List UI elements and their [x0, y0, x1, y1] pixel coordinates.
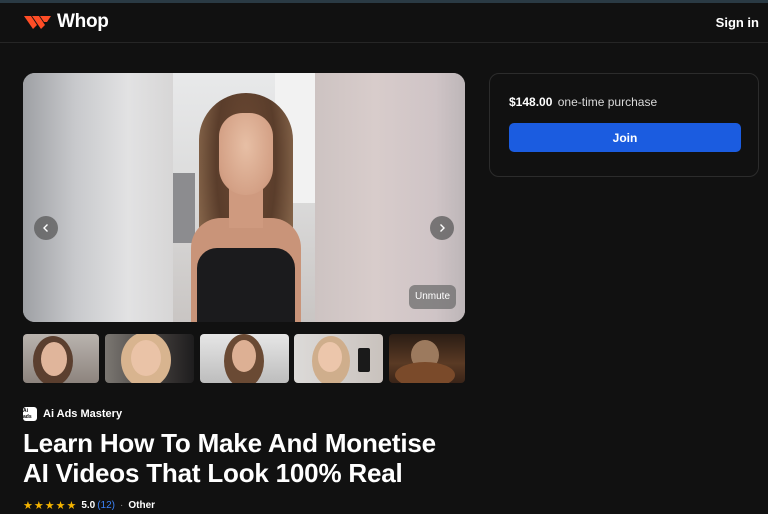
unmute-button[interactable]: Unmute: [408, 285, 456, 309]
presenter-face: [219, 113, 273, 195]
thumbnail-face: [131, 340, 161, 376]
product-title: Learn How To Make And Monetise AI Videos…: [23, 428, 493, 488]
sign-in-link[interactable]: Sign in: [716, 15, 759, 30]
category-label[interactable]: Other: [128, 500, 155, 511]
thumbnail-strip: [23, 334, 465, 383]
chevron-right-icon: [440, 224, 445, 232]
logo-text: Whop: [57, 11, 109, 32]
chevron-left-icon: [43, 224, 48, 232]
whop-logo-icon: [24, 16, 51, 29]
price-value: $148.00: [509, 95, 553, 109]
rating-score: 5.0: [81, 500, 96, 511]
review-count-link[interactable]: (12): [97, 500, 115, 511]
whop-logo[interactable]: Whop: [23, 11, 109, 33]
thumbnail-5[interactable]: [389, 334, 465, 383]
thumbnail-4[interactable]: [294, 334, 383, 383]
price-row: $148.00 one-time purchase: [509, 95, 657, 109]
thumbnail-1[interactable]: [23, 334, 99, 383]
thumbnail-3[interactable]: [200, 334, 289, 383]
purchase-card: $148.00 one-time purchase Join: [489, 73, 759, 177]
join-button[interactable]: Join: [509, 123, 741, 152]
thumbnail-face: [41, 342, 67, 376]
product-title-line2: AI Videos That Look 100% Real: [23, 458, 403, 488]
background-cabinet: [173, 173, 195, 243]
thumbnail-2[interactable]: [105, 334, 194, 383]
rating-row: ★★★★★ 5.0 (12) · Other: [23, 499, 155, 512]
media-carousel[interactable]: Unmute: [23, 73, 465, 322]
presenter-top: [197, 248, 295, 322]
thumbnail-phone: [358, 348, 370, 372]
thumbnail-face: [232, 340, 256, 372]
product-title-line1: Learn How To Make And Monetise: [23, 428, 436, 458]
carousel-prev-button[interactable]: [34, 216, 58, 240]
creator-name: Ai Ads Mastery: [43, 408, 123, 420]
carousel-next-button[interactable]: [430, 216, 454, 240]
price-note: one-time purchase: [557, 95, 658, 109]
thumbnail-face: [318, 342, 342, 372]
video-frame: [173, 73, 315, 322]
creator-logo: Ai ads: [23, 407, 37, 421]
thumbnail-face: [395, 362, 455, 383]
video-blurred-left: [23, 73, 173, 322]
star-rating-icons: ★★★★★: [23, 500, 78, 512]
site-header: Whop Sign in: [0, 3, 768, 43]
creator-row[interactable]: Ai ads Ai Ads Mastery: [23, 407, 122, 421]
separator-dot: ·: [120, 500, 124, 511]
